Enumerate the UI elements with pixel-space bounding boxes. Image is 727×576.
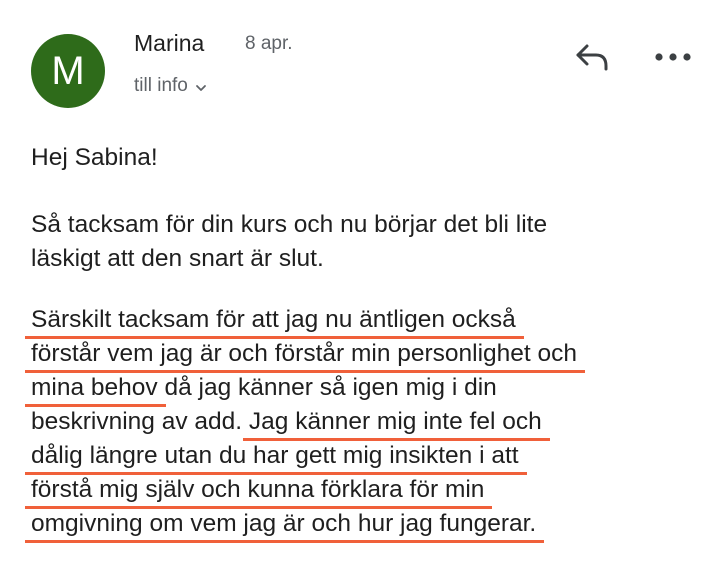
- sender-name[interactable]: Marina: [134, 30, 204, 57]
- reply-button[interactable]: [572, 40, 612, 74]
- highlighted-text: mina behov: [25, 373, 166, 407]
- more-icon: [655, 53, 691, 61]
- highlighted-text: förstår vem jag är och förstår min perso…: [25, 339, 586, 373]
- email-date: 8 apr.: [245, 33, 293, 54]
- paragraph-line: mina behov då jag känner så igen mig i d…: [25, 371, 707, 407]
- highlighted-text: Jag känner mig inte fel och: [242, 407, 550, 441]
- paragraph-2: Särskilt tacksam för att jag nu äntligen…: [25, 303, 707, 543]
- highlighted-text: förstå mig själv och kunna förklara för …: [25, 475, 493, 509]
- more-options-button[interactable]: [650, 40, 696, 74]
- plain-text: beskrivning av add.: [31, 408, 249, 435]
- paragraph-line: förstå mig själv och kunna förklara för …: [25, 473, 707, 509]
- paragraph-line: läskigt att den snart är slut.: [31, 245, 324, 272]
- recipient-label: till info: [134, 75, 188, 96]
- chevron-down-icon: [195, 85, 206, 91]
- paragraph-line: beskrivning av add. Jag känner mig inte …: [31, 405, 707, 441]
- highlighted-text: omgivning om vem jag är och hur jag fung…: [25, 509, 545, 543]
- reply-icon: [576, 44, 608, 71]
- paragraph-1: Så tacksam för din kurs och nu börjar de…: [31, 208, 707, 276]
- paragraph-line: dålig längre utan du har gett mig insikt…: [25, 439, 707, 475]
- paragraph-line: Så tacksam för din kurs och nu börjar de…: [31, 211, 548, 238]
- highlighted-text: Särskilt tacksam för att jag nu äntligen…: [25, 305, 524, 339]
- avatar-letter: M: [51, 48, 85, 93]
- highlighted-text: dålig längre utan du har gett mig insikt…: [25, 441, 527, 475]
- paragraph-line: omgivning om vem jag är och hur jag fung…: [25, 507, 707, 543]
- paragraph-line: Särskilt tacksam för att jag nu äntligen…: [25, 303, 707, 339]
- recipient-toggle[interactable]: till info: [134, 75, 208, 97]
- avatar[interactable]: M: [31, 34, 105, 108]
- paragraph-line: förstår vem jag är och förstår min perso…: [25, 337, 707, 373]
- plain-text: då jag känner så igen mig i din: [157, 374, 497, 401]
- greeting: Hej Sabina!: [31, 144, 158, 171]
